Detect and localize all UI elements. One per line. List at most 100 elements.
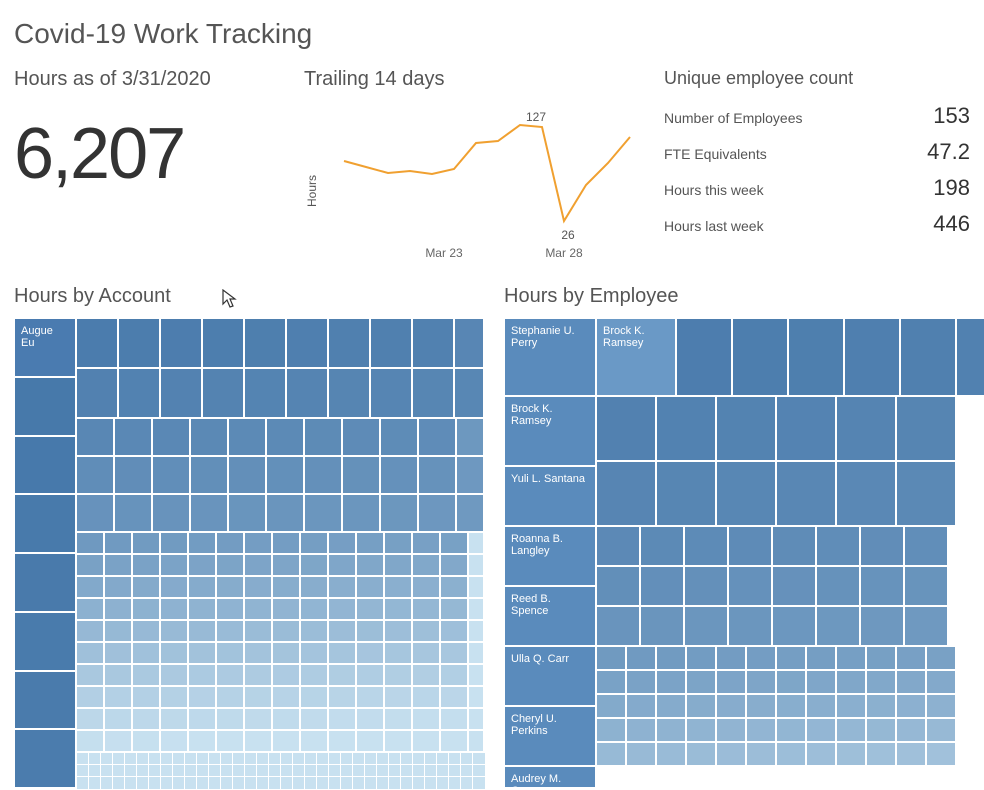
treemap-cell[interactable] — [656, 646, 686, 670]
treemap-cell[interactable] — [272, 598, 300, 620]
treemap-cell[interactable] — [776, 742, 806, 766]
treemap-cell[interactable] — [904, 606, 948, 646]
treemap-cell[interactable] — [216, 554, 244, 576]
treemap-cell[interactable] — [596, 742, 626, 766]
treemap-employee[interactable]: Stephanie U. PerryBrock K. RamseyYuli L.… — [504, 318, 974, 788]
treemap-cell[interactable] — [14, 494, 76, 553]
treemap-cell[interactable] — [228, 494, 266, 532]
treemap-cell[interactable] — [132, 730, 160, 752]
treemap-cell[interactable] — [596, 526, 640, 566]
treemap-cell[interactable] — [244, 318, 286, 368]
treemap-cell[interactable] — [76, 642, 104, 664]
treemap-cell[interactable] — [380, 494, 418, 532]
treemap-cell[interactable]: Brock K. Ramsey — [596, 318, 676, 396]
treemap-cell[interactable] — [440, 576, 468, 598]
treemap-cell[interactable] — [716, 694, 746, 718]
treemap-cell[interactable] — [746, 718, 776, 742]
treemap-cell[interactable] — [384, 620, 412, 642]
treemap-cell[interactable] — [266, 418, 304, 456]
treemap-cell[interactable] — [926, 718, 956, 742]
treemap-cell[interactable] — [728, 566, 772, 606]
treemap-cell[interactable] — [188, 598, 216, 620]
treemap-cell[interactable] — [686, 670, 716, 694]
treemap-cell[interactable] — [188, 620, 216, 642]
treemap-cell[interactable] — [626, 646, 656, 670]
treemap-cell[interactable] — [860, 606, 904, 646]
treemap-cell[interactable] — [76, 730, 104, 752]
treemap-cell[interactable] — [160, 620, 188, 642]
treemap-cell[interactable] — [152, 494, 190, 532]
treemap-cell[interactable] — [104, 576, 132, 598]
treemap-cell[interactable] — [596, 461, 656, 526]
treemap-cell[interactable] — [776, 461, 836, 526]
treemap-cell[interactable] — [596, 646, 626, 670]
treemap-cell[interactable] — [132, 554, 160, 576]
treemap-cell[interactable] — [272, 532, 300, 554]
treemap-cell[interactable] — [384, 598, 412, 620]
treemap-cell[interactable] — [188, 664, 216, 686]
treemap-cell[interactable] — [118, 368, 160, 418]
treemap-cell[interactable]: Augue Eu — [14, 318, 76, 377]
treemap-cell[interactable] — [342, 418, 380, 456]
treemap-cell[interactable] — [328, 686, 356, 708]
treemap-cell[interactable] — [190, 494, 228, 532]
treemap-cell[interactable] — [676, 318, 732, 396]
treemap-cell[interactable]: Cheryl U. Perkins — [504, 706, 596, 766]
treemap-cell[interactable] — [686, 646, 716, 670]
treemap-cell[interactable] — [776, 670, 806, 694]
treemap-cell[interactable] — [640, 526, 684, 566]
treemap-cell[interactable] — [286, 368, 328, 418]
treemap-cell[interactable] — [216, 598, 244, 620]
treemap-cell[interactable] — [216, 532, 244, 554]
treemap-cell[interactable] — [384, 730, 412, 752]
treemap-cell[interactable] — [776, 396, 836, 461]
treemap-cell[interactable] — [866, 694, 896, 718]
treemap-cell[interactable] — [328, 368, 370, 418]
treemap-cell[interactable] — [656, 461, 716, 526]
treemap-cell[interactable] — [776, 646, 806, 670]
treemap-cell[interactable] — [266, 456, 304, 494]
treemap-cell[interactable] — [686, 718, 716, 742]
treemap-cell[interactable] — [300, 708, 328, 730]
treemap-cell[interactable] — [160, 686, 188, 708]
treemap-cell[interactable] — [806, 694, 836, 718]
treemap-cell[interactable] — [272, 708, 300, 730]
treemap-cell[interactable] — [132, 708, 160, 730]
treemap-cell[interactable] — [440, 686, 468, 708]
treemap-cell[interactable] — [716, 646, 746, 670]
treemap-cell[interactable]: Roanna B. Langley — [504, 526, 596, 586]
treemap-cell[interactable] — [412, 318, 454, 368]
treemap-cell[interactable] — [926, 646, 956, 670]
treemap-cell[interactable] — [412, 708, 440, 730]
treemap-cell[interactable] — [656, 742, 686, 766]
treemap-cell[interactable] — [104, 532, 132, 554]
treemap-cell[interactable] — [904, 566, 948, 606]
treemap-account[interactable]: Augue Eu — [14, 318, 484, 788]
treemap-cell[interactable] — [328, 532, 356, 554]
treemap-cell[interactable] — [468, 620, 484, 642]
treemap-cell[interactable]: Reed B. Spence — [504, 586, 596, 646]
treemap-cell[interactable] — [370, 318, 412, 368]
treemap-cell[interactable] — [746, 694, 776, 718]
treemap-cell[interactable] — [244, 730, 272, 752]
treemap-cell[interactable] — [806, 646, 836, 670]
treemap-cell[interactable] — [356, 532, 384, 554]
treemap-cell[interactable] — [384, 686, 412, 708]
treemap-cell[interactable] — [216, 620, 244, 642]
treemap-cell[interactable] — [188, 642, 216, 664]
treemap-cell[interactable] — [188, 532, 216, 554]
treemap-cell[interactable] — [716, 396, 776, 461]
treemap-cell[interactable] — [356, 576, 384, 598]
treemap-cell[interactable] — [76, 554, 104, 576]
treemap-cell[interactable] — [160, 576, 188, 598]
treemap-cell[interactable] — [384, 708, 412, 730]
treemap-cell[interactable] — [440, 598, 468, 620]
treemap-cell[interactable] — [190, 418, 228, 456]
treemap-cell[interactable] — [456, 418, 484, 456]
treemap-cell[interactable] — [244, 368, 286, 418]
treemap-cell[interactable] — [836, 694, 866, 718]
treemap-cell[interactable] — [596, 396, 656, 461]
treemap-cell[interactable]: Stephanie U. Perry — [504, 318, 596, 396]
treemap-cell[interactable] — [132, 598, 160, 620]
treemap-cell[interactable] — [14, 377, 76, 436]
